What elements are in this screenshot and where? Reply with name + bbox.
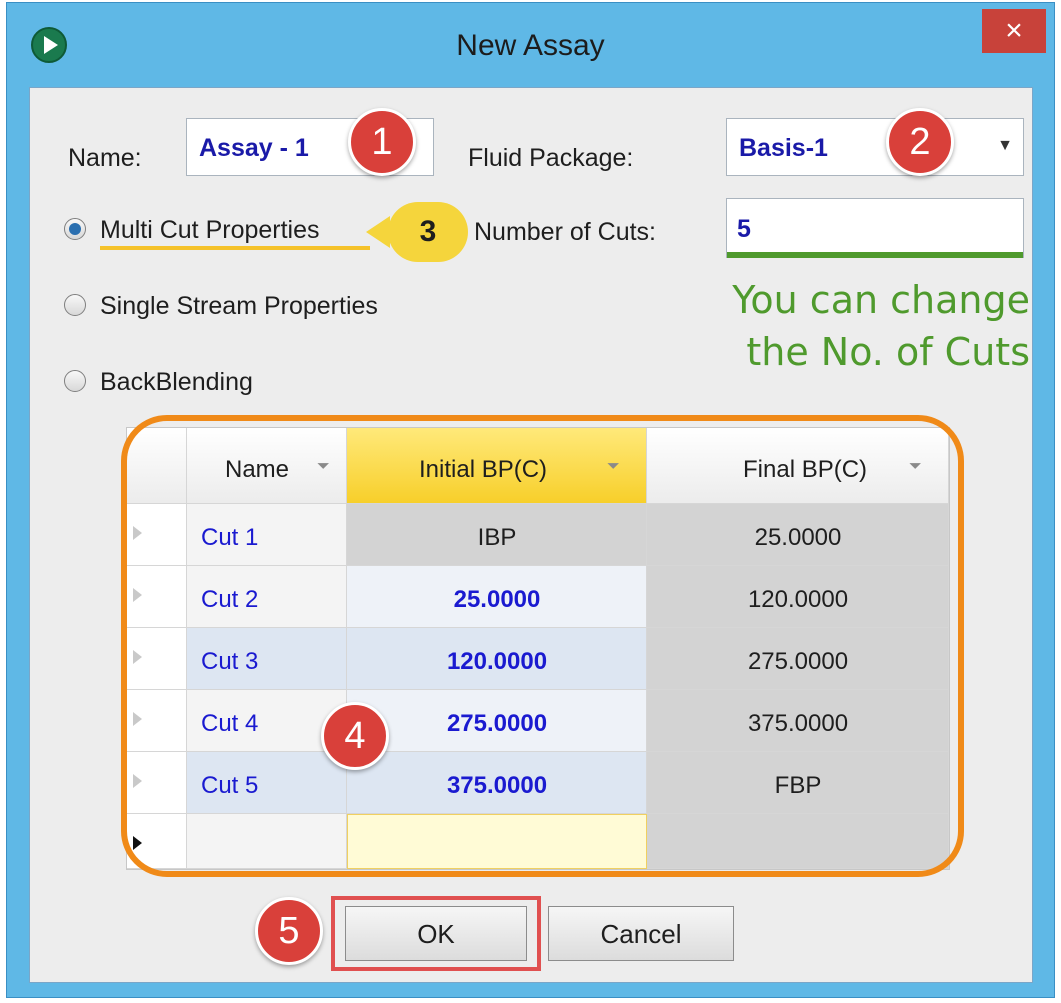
multi-cut-label[interactable]: Multi Cut Properties (100, 216, 320, 245)
marker-4: 4 (321, 702, 389, 770)
multi-cut-underline (100, 246, 370, 250)
cancel-button[interactable]: Cancel (548, 906, 734, 961)
multi-cut-radio[interactable] (64, 218, 86, 240)
fluid-package-label: Fluid Package: (468, 144, 634, 172)
marker-1: 1 (348, 108, 416, 176)
number-of-cuts-label: Number of Cuts: (474, 218, 657, 246)
ok-button[interactable]: OK (345, 906, 527, 961)
field-underline (727, 252, 1023, 258)
chevron-down-icon[interactable]: ▼ (997, 137, 1013, 155)
close-button[interactable]: × (982, 9, 1046, 53)
fluid-package-dropdown[interactable]: Basis-1 ▼ (726, 118, 1024, 176)
marker-2: 2 (886, 108, 954, 176)
name-field-value: Assay - 1 (199, 134, 309, 162)
number-of-cuts-value: 5 (737, 215, 751, 243)
window-title: New Assay (456, 29, 605, 62)
annotation-note-line-1: You can change (732, 278, 1030, 322)
backblending-radio[interactable] (64, 370, 86, 392)
backblending-label[interactable]: BackBlending (100, 368, 253, 397)
title-bar[interactable]: New Assay × (7, 3, 1054, 87)
single-stream-label[interactable]: Single Stream Properties (100, 292, 378, 321)
callout-3: 3 (366, 202, 468, 262)
fluid-package-value: Basis-1 (739, 134, 828, 162)
number-of-cuts-field[interactable]: 5 (726, 198, 1024, 258)
marker-5: 5 (255, 897, 323, 965)
single-stream-radio[interactable] (64, 294, 86, 316)
grid-highlight-frame (121, 415, 964, 877)
annotation-note-line-2: the No. of Cuts (746, 330, 1030, 374)
annotation-note: You can change the No. of Cuts (630, 274, 1030, 378)
name-label: Name: (68, 144, 142, 172)
